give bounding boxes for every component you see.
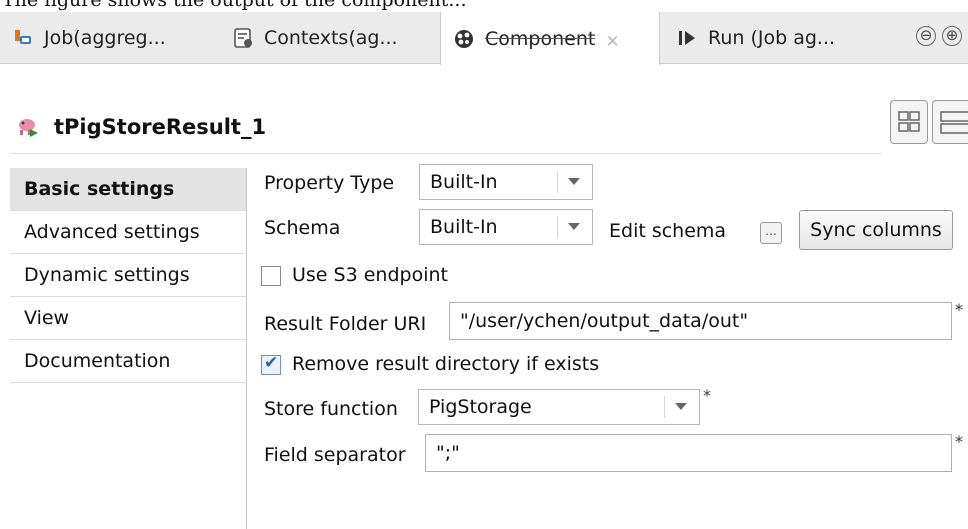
use-s3-label: Use S3 endpoint	[292, 264, 448, 286]
chevron-down-icon	[568, 223, 580, 230]
layout-grid-icon[interactable]	[890, 100, 928, 144]
tab-component[interactable]: Component ✕	[440, 12, 660, 65]
component-header: tPigStoreResult_1	[10, 100, 882, 154]
tab-contexts-label: Contexts(ag...	[264, 27, 398, 49]
component-title: tPigStoreResult_1	[54, 114, 267, 139]
schema-value: Built-In	[430, 216, 498, 238]
tab-run-label: Run (Job ag...	[708, 27, 836, 49]
run-icon	[679, 31, 695, 45]
store-function-label: Store function	[264, 398, 398, 420]
close-icon[interactable]: ✕	[605, 32, 619, 52]
minimize-icon[interactable]: ⊖	[916, 26, 936, 46]
sync-columns-button[interactable]: Sync columns	[799, 210, 953, 250]
edit-schema-label: Edit schema	[609, 220, 727, 242]
edit-schema-button[interactable]: ...	[760, 222, 782, 244]
chevron-down-icon	[675, 403, 687, 410]
schema-select[interactable]: Built-In	[419, 209, 593, 245]
property-type-value: Built-In	[430, 171, 498, 193]
use-s3-checkbox[interactable]	[261, 266, 281, 286]
tab-component-label: Component	[485, 27, 596, 50]
required-marker: *	[955, 300, 963, 319]
figure-caption: The figure shows the output of the compo…	[0, 0, 968, 12]
result-folder-input[interactable]: "/user/ychen/output_data/out"	[449, 302, 952, 340]
nav-documentation[interactable]: Documentation	[10, 340, 246, 383]
maximize-icon[interactable]: ⊕	[942, 26, 962, 46]
job-icon	[15, 30, 31, 44]
component-icon	[455, 29, 473, 48]
chevron-down-icon	[568, 178, 580, 185]
field-separator-value: ";"	[436, 442, 460, 464]
field-separator-input[interactable]: ";"	[425, 434, 952, 472]
property-type-select[interactable]: Built-In	[419, 164, 593, 200]
property-type-label: Property Type	[264, 172, 395, 194]
tab-job[interactable]: Job(aggreg...	[0, 12, 220, 64]
nav-basic-settings[interactable]: Basic settings	[10, 168, 246, 211]
tab-run[interactable]: Run (Job ag...	[664, 12, 884, 64]
schema-label: Schema	[264, 217, 341, 239]
pig-store-icon	[19, 118, 38, 137]
field-separator-label: Field separator	[264, 444, 406, 466]
caption-text: The figure shows the output of the compo…	[2, 0, 467, 11]
settings-nav: Basic settings Advanced settings Dynamic…	[10, 168, 247, 529]
contexts-icon	[234, 28, 252, 48]
nav-dynamic-settings[interactable]: Dynamic settings	[10, 254, 246, 297]
required-marker: *	[955, 432, 963, 451]
remove-dir-checkbox[interactable]	[261, 353, 281, 375]
store-function-select[interactable]: PigStorage	[418, 389, 700, 425]
nav-view[interactable]: View	[10, 297, 246, 340]
required-marker: *	[703, 386, 711, 405]
nav-advanced-settings[interactable]: Advanced settings	[10, 211, 246, 254]
view-tab-bar: Job(aggreg... Contexts(ag... Component ✕…	[0, 12, 968, 65]
result-folder-value: "/user/ychen/output_data/out"	[460, 310, 749, 332]
layout-list-icon[interactable]	[932, 100, 968, 144]
store-function-value: PigStorage	[429, 396, 532, 418]
remove-dir-label: Remove result directory if exists	[292, 353, 600, 375]
tab-contexts[interactable]: Contexts(ag...	[220, 12, 440, 64]
tab-job-label: Job(aggreg...	[44, 27, 166, 49]
result-folder-label: Result Folder URI	[264, 313, 427, 335]
